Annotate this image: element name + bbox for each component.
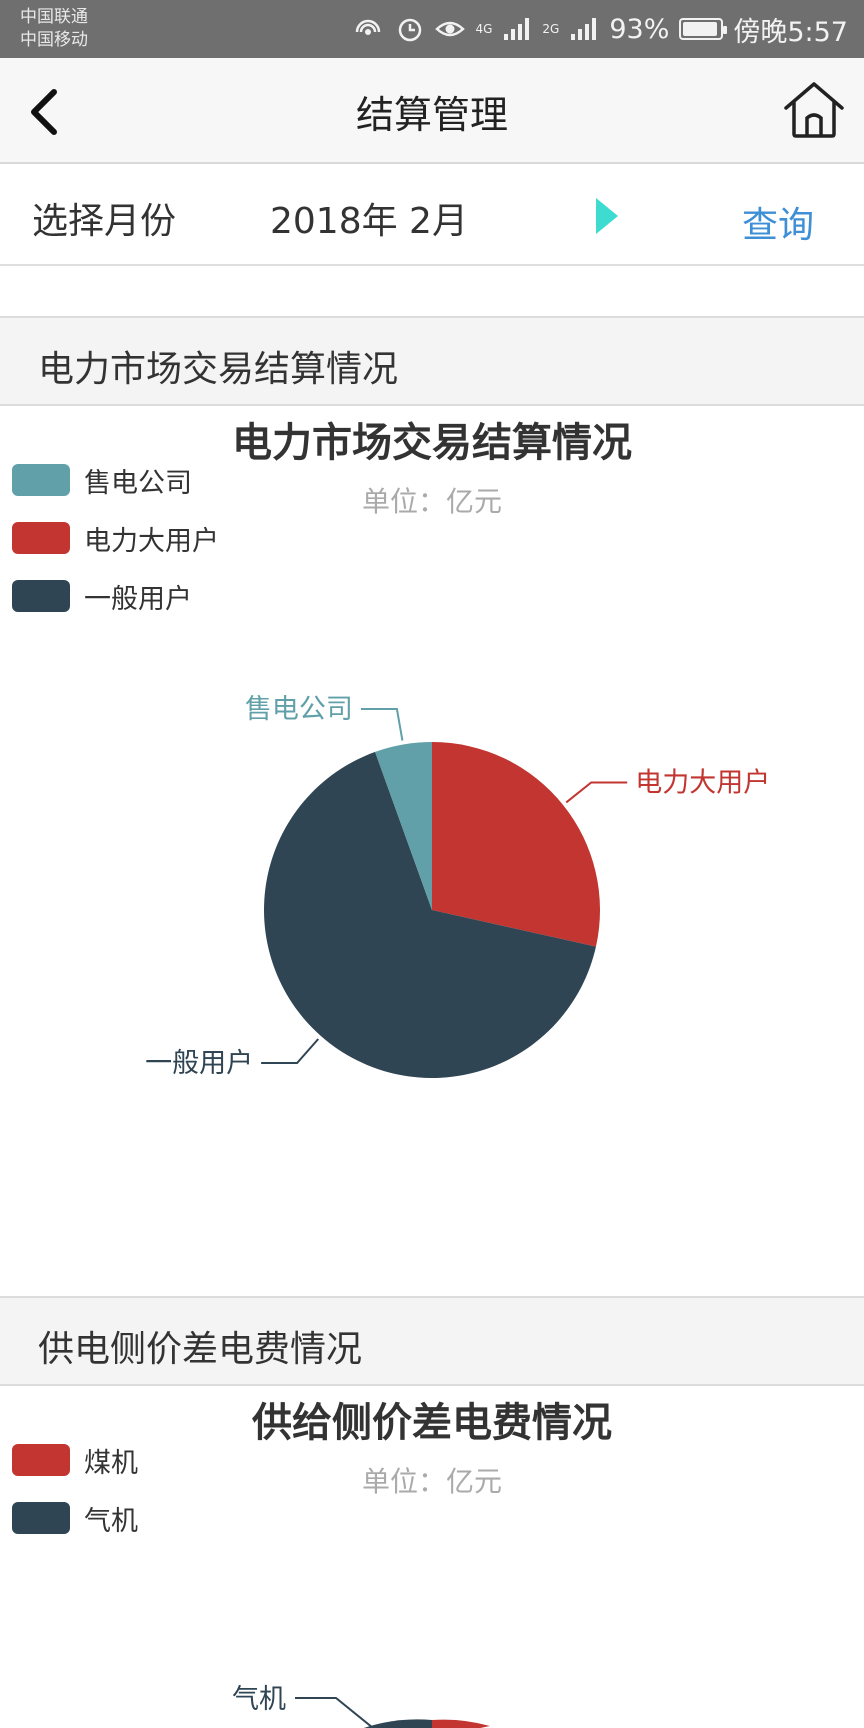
signal-icon xyxy=(504,18,530,40)
carrier-2: 中国移动 xyxy=(20,30,88,50)
pie-slice-gas xyxy=(363,1719,432,1728)
status-bar: 中国联通 中国移动 4G 2G 93% 傍晚5:57 xyxy=(0,0,864,58)
battery-percent: 93% xyxy=(609,13,670,45)
legend-label: 售电公司 xyxy=(84,467,192,499)
status-icons: 4G 2G 93% 傍晚5:57 xyxy=(355,12,848,48)
section-header-market-settlement: 电力市场交易结算情况 xyxy=(0,316,864,406)
eye-icon xyxy=(435,21,466,37)
legend-label: 气机 xyxy=(84,1505,138,1537)
pie-chart-market-settlement: 电力大用户一般用户 售电公司 xyxy=(145,694,770,1079)
label-leader-line xyxy=(295,1697,375,1728)
clock: 傍晚5:57 xyxy=(733,16,848,48)
pie-label: 气机 xyxy=(232,1684,286,1715)
query-button[interactable]: 查询 xyxy=(742,196,814,248)
chart-title: 电力市场交易结算情况 xyxy=(232,420,632,466)
carrier-1: 中国联通 xyxy=(20,7,88,27)
home-icon[interactable] xyxy=(782,78,846,142)
spacer xyxy=(0,268,864,316)
chart-title: 供给侧价差电费情况 xyxy=(252,1400,612,1446)
month-value[interactable]: 2018年 2月 xyxy=(270,192,468,244)
section-header-price-diff: 供电侧价差电费情况 xyxy=(0,1296,864,1386)
legend-item[interactable]: 一般用户 xyxy=(12,578,192,615)
legend-item[interactable]: 电力大用户 xyxy=(12,520,219,557)
battery-level xyxy=(683,22,717,36)
section-title: 电力市场交易结算情况 xyxy=(38,349,399,390)
play-triangle-icon[interactable] xyxy=(592,196,622,236)
month-label: 选择月份 xyxy=(32,201,177,242)
legend-label: 电力大用户 xyxy=(84,525,219,557)
pie-label: 售电公司 xyxy=(245,694,353,725)
pie-label: 电力大用户 xyxy=(635,767,770,798)
month-selector: 选择月份 2018年 2月 查询 xyxy=(0,166,864,266)
legend-label: 一般用户 xyxy=(84,583,192,615)
legend-item[interactable]: 煤机 xyxy=(12,1442,138,1479)
legend-item[interactable]: 售电公司 xyxy=(12,462,192,499)
network-type-1: 4G xyxy=(475,22,493,36)
legend-item[interactable]: 气机 xyxy=(12,1500,138,1537)
page-title: 结算管理 xyxy=(355,93,508,137)
legend-swatch xyxy=(12,1444,70,1476)
legend-swatch xyxy=(12,1502,70,1534)
network-type-2: 2G xyxy=(542,22,560,36)
alarm-icon xyxy=(399,18,422,42)
label-leader-line xyxy=(261,1038,320,1065)
signal-icon xyxy=(571,18,597,40)
legend-swatch xyxy=(12,464,70,496)
section-title: 供电侧价差电费情况 xyxy=(38,1329,363,1370)
label-leader-line xyxy=(565,781,628,804)
pie-slice-coal xyxy=(432,1719,490,1728)
legend-swatch xyxy=(12,580,70,612)
pie-label: 一般用户 xyxy=(145,1048,253,1079)
battery-icon xyxy=(679,18,728,40)
hotspot-icon xyxy=(356,19,381,35)
legend-label: 煤机 xyxy=(84,1447,138,1479)
carrier-info: 中国联通 中国移动 xyxy=(20,6,88,52)
label-leader-line xyxy=(360,708,404,741)
legend-swatch xyxy=(12,522,70,554)
navigation-bar: 结算管理 xyxy=(0,58,864,164)
pie-chart-price-diff: 气机 xyxy=(232,1684,490,1728)
